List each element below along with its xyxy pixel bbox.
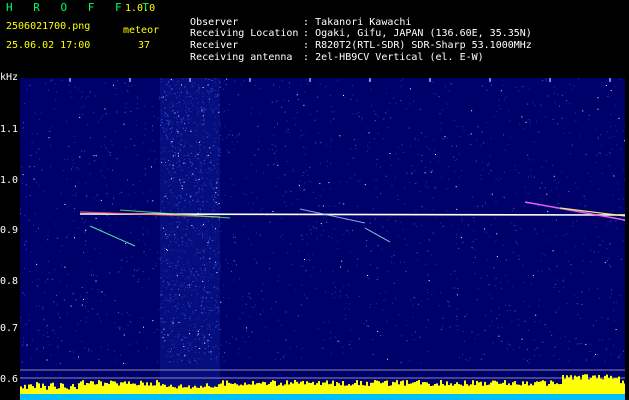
image-filename: 2506021700.png: [6, 21, 91, 32]
y-axis-unit: kHz: [0, 72, 19, 83]
meteor-count: 37: [138, 40, 151, 51]
y-tick-label: 1.1: [0, 124, 19, 135]
info-antenna: Receiving antenna : 2el-HB9CV Vertical (e…: [178, 40, 484, 64]
info-value: : 2el-HB9CV Vertical (el. E-W): [303, 52, 484, 63]
app-version: 1.0.0: [125, 3, 156, 14]
y-tick-label: 0.6: [0, 374, 19, 385]
timestamp: 25.06.02 17:00: [6, 40, 91, 51]
y-tick-label: 0.9: [0, 225, 19, 236]
y-tick-label: 0.7: [0, 323, 19, 334]
spectrogram-canvas: [20, 78, 625, 400]
spectrogram-background: [20, 78, 625, 400]
spectrogram: [20, 78, 625, 400]
info-key: Receiving antenna: [190, 52, 293, 63]
y-tick-label: 1.0: [0, 175, 19, 186]
y-tick-label: 0.8: [0, 276, 19, 287]
meteor-label: meteor: [123, 25, 160, 36]
